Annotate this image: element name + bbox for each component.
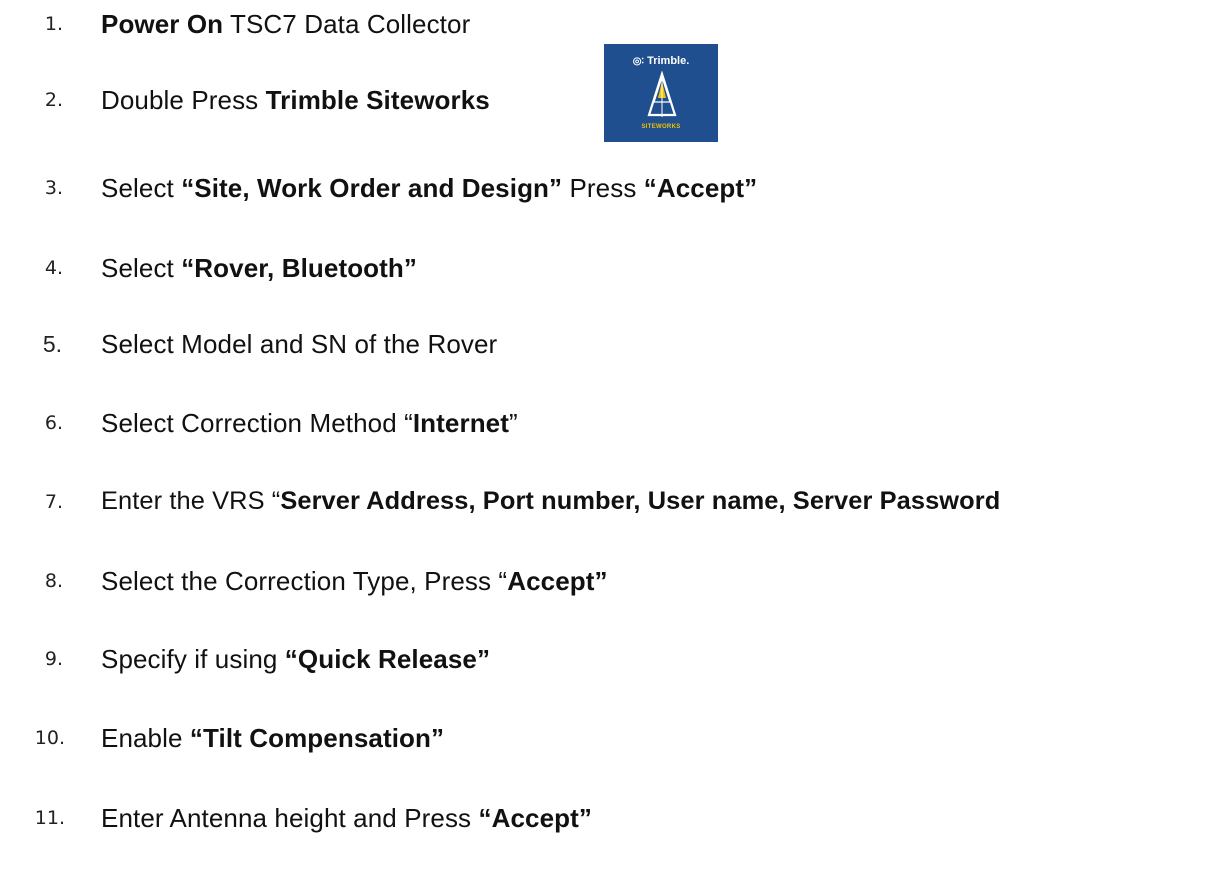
trimble-globe-icon: ◎∶ xyxy=(632,56,645,67)
step-text-bold: Power On xyxy=(101,9,224,39)
step-text-normal: Enable xyxy=(101,723,190,753)
step-text: Select “Rover, Bluetooth” xyxy=(101,253,417,284)
step-text-bold: “Rover, Bluetooth” xyxy=(181,253,418,283)
step-number: 11. xyxy=(34,807,65,829)
step-6: 6. Select Correction Method “Internet” xyxy=(0,404,1227,444)
step-number: 8. xyxy=(44,570,63,592)
step-8: 8. Select the Correction Type, Press “Ac… xyxy=(0,562,1227,602)
step-text-bold: “Tilt Compensation” xyxy=(189,723,445,753)
step-text: Select Correction Method “Internet” xyxy=(101,408,518,439)
step-number: 4. xyxy=(44,257,63,279)
step-text-bold: “Accept” xyxy=(478,803,592,833)
step-text: Power On TSC7 Data Collector xyxy=(101,9,470,40)
step-text-bold: Trimble Siteworks xyxy=(265,85,490,115)
step-text-normal: Select Model and SN of the Rover xyxy=(101,329,498,359)
step-text-bold: Server Address, Port number, User name, … xyxy=(280,487,1001,515)
step-text: Select the Correction Type, Press “Accep… xyxy=(101,566,608,597)
step-4: 4. Select “Rover, Bluetooth” xyxy=(0,249,1227,289)
step-text: Specify if using “Quick Release” xyxy=(101,644,490,675)
logo-brand: ◎∶ Trimble. xyxy=(604,55,718,67)
step-number: 7. xyxy=(44,491,63,513)
logo-brand-text: Trimble. xyxy=(647,55,690,67)
step-text-normal: TSC7 Data Collector xyxy=(223,9,471,39)
step-number: 1. xyxy=(44,13,63,35)
step-text-normal: Enter the VRS “ xyxy=(101,487,281,515)
step-text: Enter the VRS “Server Address, Port numb… xyxy=(101,487,1000,516)
logo-tagline: SITEWORKS xyxy=(641,124,681,130)
step-text-normal: Select xyxy=(101,173,182,203)
step-text-bold: Internet xyxy=(412,408,510,438)
step-text: Select “Site, Work Order and Design” Pre… xyxy=(101,173,757,204)
step-text-normal: Select xyxy=(101,253,182,283)
step-text-bold: Accept” xyxy=(507,566,608,596)
step-text-bold: “Quick Release” xyxy=(284,644,491,674)
step-5: 5. Select Model and SN of the Rover xyxy=(0,325,1227,365)
step-text: Double Press Trimble Siteworks xyxy=(101,85,490,116)
step-text: Select Model and SN of the Rover xyxy=(101,329,497,360)
step-number: 5. xyxy=(42,331,62,357)
step-text-normal: Select the Correction Type, Press “ xyxy=(101,566,508,596)
step-text-normal: Enter Antenna height and Press xyxy=(101,803,479,833)
step-text-normal: Press xyxy=(562,173,644,203)
step-text-normal: Select Correction Method “ xyxy=(101,408,413,438)
step-7: 7. Enter the VRS “Server Address, Port n… xyxy=(0,483,1227,523)
step-10: 10. Enable “Tilt Compensation” xyxy=(0,719,1227,759)
step-number: 2. xyxy=(44,89,63,111)
step-9: 9. Specify if using “Quick Release” xyxy=(0,640,1227,680)
step-number: 9. xyxy=(44,648,63,670)
step-11: 11. Enter Antenna height and Press “Acce… xyxy=(0,799,1227,839)
step-text-normal: Double Press xyxy=(101,85,266,115)
step-1: 1. Power On TSC7 Data Collector xyxy=(0,5,1227,45)
step-text: Enter Antenna height and Press “Accept” xyxy=(101,803,592,834)
trimble-siteworks-app-icon: ◎∶ Trimble. SITEWORKS xyxy=(604,44,718,142)
step-text-bold: “Site, Work Order and Design” xyxy=(181,173,563,203)
step-number: 10. xyxy=(34,727,65,749)
step-text: Enable “Tilt Compensation” xyxy=(101,723,444,754)
step-text-bold: “Accept” xyxy=(643,173,758,203)
step-text-normal: Specify if using xyxy=(101,644,285,674)
surveyor-emblem-icon xyxy=(647,71,677,117)
step-text-normal: ” xyxy=(509,408,518,438)
step-number: 3. xyxy=(44,177,63,199)
step-3: 3. Select “Site, Work Order and Design” … xyxy=(0,169,1227,209)
step-number: 6. xyxy=(44,412,63,434)
